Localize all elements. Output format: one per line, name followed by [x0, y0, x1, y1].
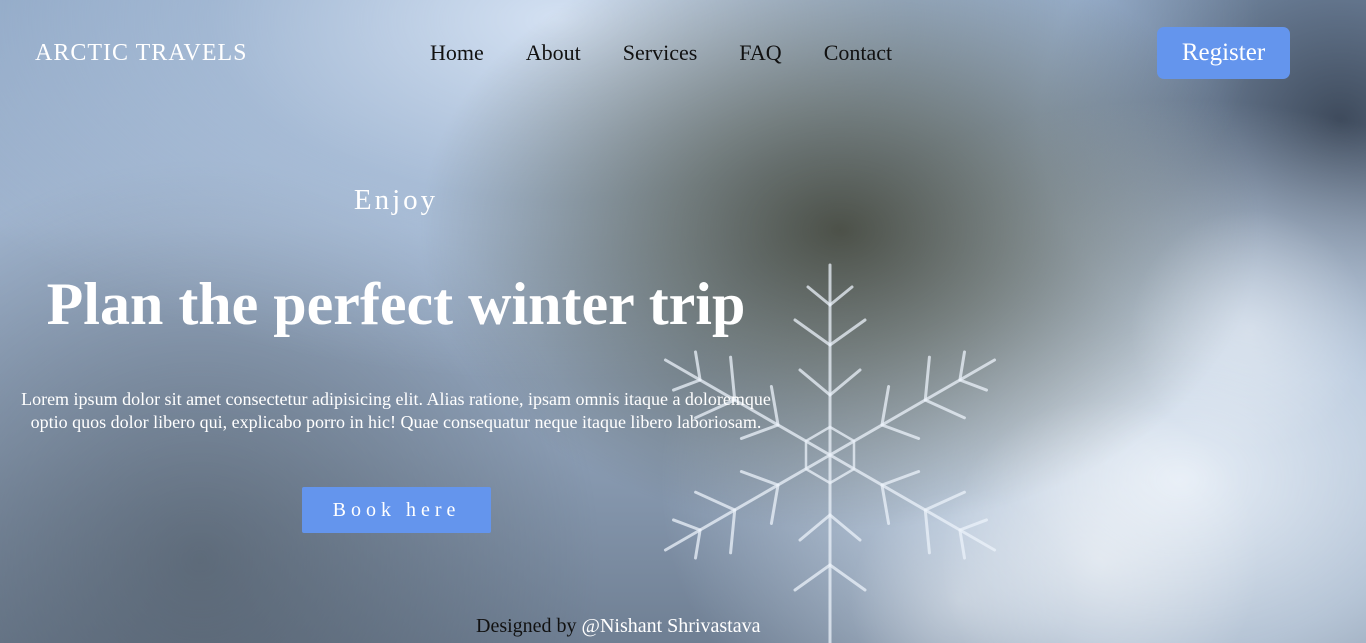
- hero-headline: Plan the perfect winter trip: [46, 271, 746, 337]
- footer-credit: Designed by @Nishant Shrivastava: [476, 615, 761, 638]
- nav-item-contact[interactable]: Contact: [824, 40, 892, 66]
- footer-author: @Nishant Shrivastava: [581, 615, 761, 637]
- hero-section: Enjoy Plan the perfect winter trip Lorem…: [0, 0, 792, 643]
- hero-description: Lorem ipsum dolor sit amet consectetur a…: [21, 389, 771, 432]
- book-here-button[interactable]: Book here: [302, 487, 491, 533]
- register-button[interactable]: Register: [1157, 27, 1290, 79]
- hero-eyebrow: Enjoy: [353, 184, 439, 216]
- footer-prefix: Designed by: [476, 615, 582, 637]
